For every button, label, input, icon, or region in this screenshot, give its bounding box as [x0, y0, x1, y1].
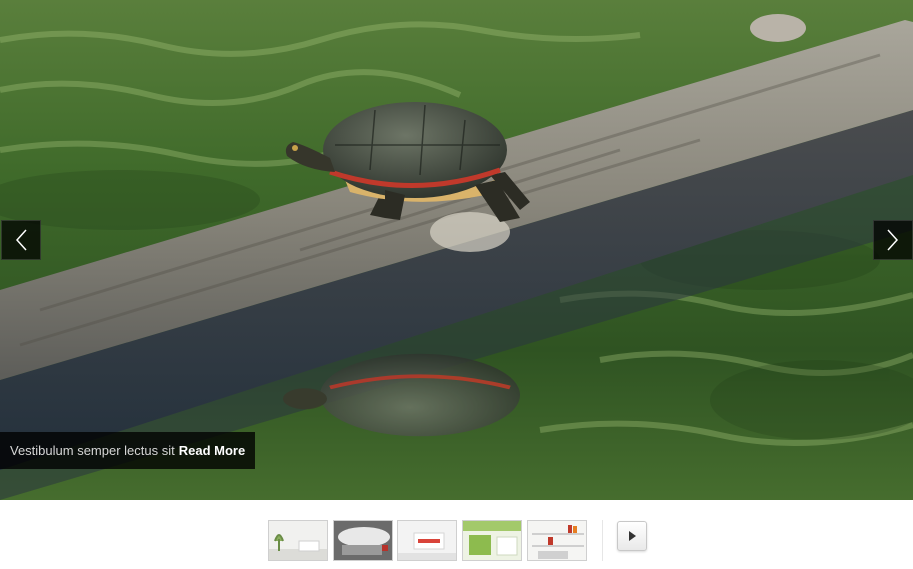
- previous-slide-button[interactable]: [1, 220, 41, 260]
- play-icon: [629, 531, 636, 541]
- chevron-right-icon: [887, 229, 899, 251]
- thumbnail-5[interactable]: [527, 520, 587, 561]
- slide-caption: Vestibulum semper lectus sit Read More: [0, 432, 256, 469]
- thumbnail-1[interactable]: [268, 520, 328, 561]
- read-more-link[interactable]: Read More: [179, 443, 245, 458]
- play-button[interactable]: [617, 521, 647, 551]
- thumbnail-strip: [0, 500, 913, 569]
- chevron-left-icon: [15, 229, 27, 251]
- caption-text: Vestibulum semper lectus sit: [10, 443, 175, 458]
- thumbnail-2[interactable]: [333, 520, 393, 561]
- slide-image: [0, 0, 913, 500]
- thumbnail-3[interactable]: [397, 520, 457, 561]
- image-slider: Vestibulum semper lectus sit Read More: [0, 0, 913, 500]
- thumbnail-4[interactable]: [462, 520, 522, 561]
- divider: [602, 520, 603, 561]
- next-slide-button[interactable]: [873, 220, 913, 260]
